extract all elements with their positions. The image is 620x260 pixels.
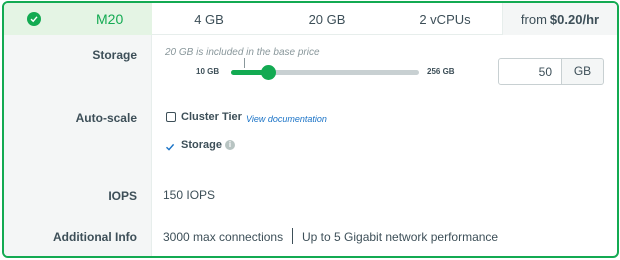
vcpu-value: 2 vCPUs [419,11,471,27]
storage-size-input[interactable] [498,58,562,85]
storage-unit-label: GB [562,58,604,85]
iops-label: IOPS [108,189,137,203]
tier-summary-row[interactable]: M20 4 GB 20 GB 2 vCPUs from $0.20/hr [4,3,617,35]
tier-name-cell[interactable]: M20 [4,3,152,35]
price-value: $0.20/hr [549,11,600,27]
price-prefix: from [520,11,547,27]
storage-value: 20 GB [308,11,346,27]
label-column [4,35,152,256]
storage-note: 20 GB is included in the base price [165,47,320,58]
storage-slider-track[interactable] [231,70,419,75]
iops-value: 150 IOPS [163,188,216,202]
info-icon[interactable]: i [225,140,235,150]
additional-info-label: Additional Info [53,230,137,244]
selected-check-icon [27,12,41,26]
tier-name: M20 [96,11,124,27]
max-connections-text: 3000 max connections [163,230,284,244]
storage-label: Storage [92,48,137,62]
storage-autoscale-checkbox[interactable] [165,139,175,151]
slider-max-label: 256 GB [427,67,455,76]
included-storage-marker [244,58,245,68]
cluster-tier-label: Cluster Tier [181,111,242,123]
storage-slider-handle[interactable] [260,65,276,80]
checkmark-icon [166,143,175,151]
cluster-tier-card[interactable]: M20 4 GB 20 GB 2 vCPUs from $0.20/hr [2,1,619,258]
cluster-tier-checkbox[interactable] [166,112,176,122]
ram-value: 4 GB [194,11,224,27]
view-documentation-link[interactable]: View documentation [246,114,327,124]
info-divider [292,228,293,244]
storage-autoscale-label: Storage [181,139,222,151]
autoscale-label: Auto-scale [75,111,137,125]
network-performance-text: Up to 5 Gigabit network performance [302,230,499,244]
slider-min-label: 10 GB [196,67,220,76]
price-cell: from $0.20/hr [502,3,617,35]
